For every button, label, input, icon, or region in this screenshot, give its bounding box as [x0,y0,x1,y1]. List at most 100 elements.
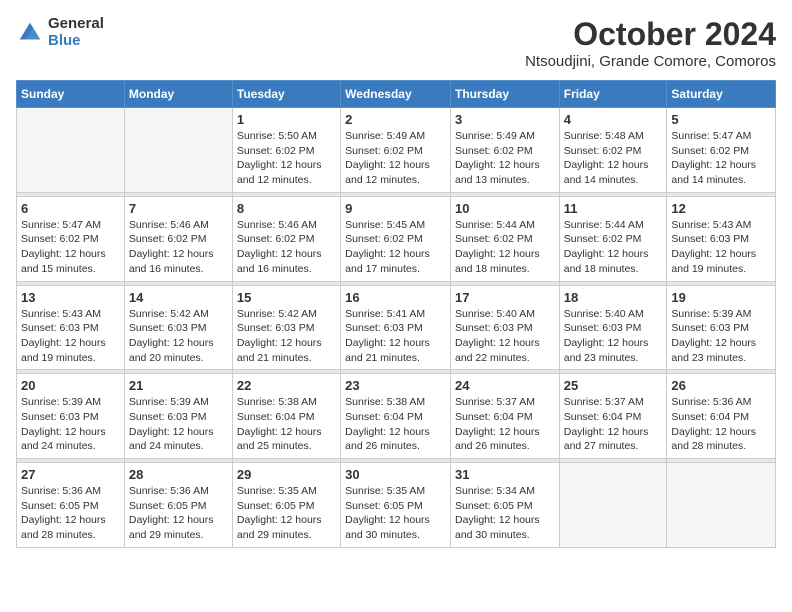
location-title: Ntsoudjini, Grande Comore, Comoros [525,53,776,70]
day-info: Sunrise: 5:49 AMSunset: 6:02 PMDaylight:… [455,129,555,188]
day-info: Sunrise: 5:39 AMSunset: 6:03 PMDaylight:… [671,307,771,366]
day-number: 8 [237,201,336,216]
weekday-header-wednesday: Wednesday [341,81,451,108]
calendar-cell: 25 Sunrise: 5:37 AMSunset: 6:04 PMDayligh… [559,374,667,459]
day-info: Sunrise: 5:46 AMSunset: 6:02 PMDaylight:… [129,218,228,277]
day-info: Sunrise: 5:46 AMSunset: 6:02 PMDaylight:… [237,218,336,277]
calendar-week-5: 27 Sunrise: 5:36 AMSunset: 6:05 PMDayligh… [17,463,776,548]
calendar-cell [559,463,667,548]
day-number: 12 [671,201,771,216]
day-info: Sunrise: 5:44 AMSunset: 6:02 PMDaylight:… [455,218,555,277]
calendar-cell: 28 Sunrise: 5:36 AMSunset: 6:05 PMDayligh… [124,463,232,548]
day-number: 10 [455,201,555,216]
day-info: Sunrise: 5:39 AMSunset: 6:03 PMDaylight:… [21,395,120,454]
day-info: Sunrise: 5:49 AMSunset: 6:02 PMDaylight:… [345,129,446,188]
calendar-cell: 27 Sunrise: 5:36 AMSunset: 6:05 PMDayligh… [17,463,125,548]
day-number: 9 [345,201,446,216]
calendar-cell: 18Sunrise: 5:40 AMSunset: 6:03 PMDayligh… [559,285,667,370]
day-number: 15 [237,290,336,305]
day-info: Sunrise: 5:36 AMSunset: 6:05 PMDaylight:… [129,484,228,543]
day-info: Sunrise: 5:38 AMSunset: 6:04 PMDaylight:… [237,395,336,454]
calendar-cell [124,108,232,193]
calendar-cell: 20Sunrise: 5:39 AMSunset: 6:03 PMDayligh… [17,374,125,459]
day-info: Sunrise: 5:45 AMSunset: 6:02 PMDaylight:… [345,218,446,277]
day-info: Sunrise: 5:41 AMSunset: 6:03 PMDaylight:… [345,307,446,366]
day-number: 26 [671,378,771,393]
day-info: Sunrise: 5:43 AMSunset: 6:03 PMDaylight:… [21,307,120,366]
day-number: 1 [237,112,336,127]
calendar-cell: 21 Sunrise: 5:39 AMSunset: 6:03 PMDayligh… [124,374,232,459]
day-info: Sunrise: 5:37 AMSunset: 6:04 PMDaylight:… [564,395,663,454]
page-header: General Blue October 2024 Ntsoudjini, Gr… [16,16,776,70]
calendar-cell: 23Sunrise: 5:38 AMSunset: 6:04 PMDayligh… [341,374,451,459]
calendar-cell: 24 Sunrise: 5:37 AMSunset: 6:04 PMDayligh… [450,374,559,459]
calendar-week-2: 6 Sunrise: 5:47 AMSunset: 6:02 PMDaylight… [17,196,776,281]
calendar-cell: 15 Sunrise: 5:42 AMSunset: 6:03 PMDayligh… [232,285,340,370]
calendar-table: SundayMondayTuesdayWednesdayThursdayFrid… [16,80,776,548]
calendar-cell [667,463,776,548]
calendar-week-3: 13Sunrise: 5:43 AMSunset: 6:03 PMDayligh… [17,285,776,370]
month-title: October 2024 [525,16,776,53]
day-number: 6 [21,201,120,216]
calendar-cell: 11 Sunrise: 5:44 AMSunset: 6:02 PMDayligh… [559,196,667,281]
weekday-header-sunday: Sunday [17,81,125,108]
day-number: 4 [564,112,663,127]
calendar-cell: 13Sunrise: 5:43 AMSunset: 6:03 PMDayligh… [17,285,125,370]
day-info: Sunrise: 5:35 AMSunset: 6:05 PMDaylight:… [345,484,446,543]
calendar-cell: 4 Sunrise: 5:48 AMSunset: 6:02 PMDaylight… [559,108,667,193]
day-number: 3 [455,112,555,127]
day-number: 27 [21,467,120,482]
day-info: Sunrise: 5:36 AMSunset: 6:05 PMDaylight:… [21,484,120,543]
calendar-week-4: 20Sunrise: 5:39 AMSunset: 6:03 PMDayligh… [17,374,776,459]
logo: General Blue [16,16,104,49]
day-info: Sunrise: 5:47 AMSunset: 6:02 PMDaylight:… [671,129,771,188]
weekday-header-saturday: Saturday [667,81,776,108]
calendar-cell: 19 Sunrise: 5:39 AMSunset: 6:03 PMDayligh… [667,285,776,370]
calendar-cell: 1 Sunrise: 5:50 AMSunset: 6:02 PMDaylight… [232,108,340,193]
day-number: 29 [237,467,336,482]
calendar-cell: 8 Sunrise: 5:46 AMSunset: 6:02 PMDaylight… [232,196,340,281]
day-info: Sunrise: 5:40 AMSunset: 6:03 PMDaylight:… [455,307,555,366]
calendar-cell: 9 Sunrise: 5:45 AMSunset: 6:02 PMDaylight… [341,196,451,281]
day-info: Sunrise: 5:35 AMSunset: 6:05 PMDaylight:… [237,484,336,543]
weekday-header-row: SundayMondayTuesdayWednesdayThursdayFrid… [17,81,776,108]
day-number: 24 [455,378,555,393]
day-number: 14 [129,290,228,305]
day-info: Sunrise: 5:42 AMSunset: 6:03 PMDaylight:… [237,307,336,366]
day-number: 16 [345,290,446,305]
day-number: 21 [129,378,228,393]
calendar-cell: 10 Sunrise: 5:44 AMSunset: 6:02 PMDayligh… [450,196,559,281]
day-number: 28 [129,467,228,482]
calendar-cell: 14 Sunrise: 5:42 AMSunset: 6:03 PMDayligh… [124,285,232,370]
day-number: 30 [345,467,446,482]
day-info: Sunrise: 5:50 AMSunset: 6:02 PMDaylight:… [237,129,336,188]
day-info: Sunrise: 5:44 AMSunset: 6:02 PMDaylight:… [564,218,663,277]
calendar-cell: 5 Sunrise: 5:47 AMSunset: 6:02 PMDaylight… [667,108,776,193]
weekday-header-thursday: Thursday [450,81,559,108]
calendar-cell [17,108,125,193]
day-number: 19 [671,290,771,305]
logo-general-text: General [48,16,104,33]
calendar-cell: 26 Sunrise: 5:36 AMSunset: 6:04 PMDayligh… [667,374,776,459]
day-info: Sunrise: 5:36 AMSunset: 6:04 PMDaylight:… [671,395,771,454]
calendar-cell: 12Sunrise: 5:43 AMSunset: 6:03 PMDayligh… [667,196,776,281]
day-info: Sunrise: 5:42 AMSunset: 6:03 PMDaylight:… [129,307,228,366]
day-info: Sunrise: 5:37 AMSunset: 6:04 PMDaylight:… [455,395,555,454]
day-number: 11 [564,201,663,216]
calendar-cell: 22Sunrise: 5:38 AMSunset: 6:04 PMDayligh… [232,374,340,459]
day-info: Sunrise: 5:47 AMSunset: 6:02 PMDaylight:… [21,218,120,277]
day-number: 25 [564,378,663,393]
calendar-cell: 31Sunrise: 5:34 AMSunset: 6:05 PMDayligh… [450,463,559,548]
logo-icon [16,19,44,47]
calendar-cell: 2Sunrise: 5:49 AMSunset: 6:02 PMDaylight… [341,108,451,193]
weekday-header-tuesday: Tuesday [232,81,340,108]
day-number: 23 [345,378,446,393]
day-number: 5 [671,112,771,127]
day-info: Sunrise: 5:48 AMSunset: 6:02 PMDaylight:… [564,129,663,188]
weekday-header-friday: Friday [559,81,667,108]
title-area: October 2024 Ntsoudjini, Grande Comore, … [525,16,776,70]
day-number: 31 [455,467,555,482]
day-info: Sunrise: 5:39 AMSunset: 6:03 PMDaylight:… [129,395,228,454]
calendar-cell: 6 Sunrise: 5:47 AMSunset: 6:02 PMDaylight… [17,196,125,281]
logo-blue-text: Blue [48,33,104,50]
